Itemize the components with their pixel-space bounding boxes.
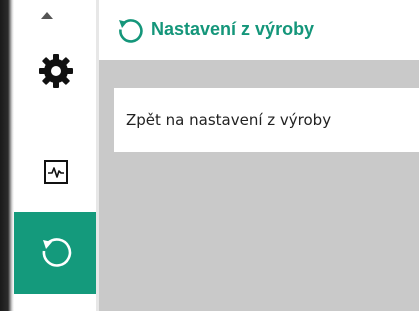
sidebar-item-factory-reset[interactable] <box>14 212 98 294</box>
device-bezel <box>0 0 14 311</box>
diagnostics-pulse-icon <box>44 160 68 184</box>
menu-item-label: Zpět na nastavení z výroby <box>126 111 332 129</box>
sidebar-item-settings[interactable] <box>14 46 98 96</box>
menu-item-reset-to-factory[interactable]: Zpět na nastavení z výroby <box>114 88 419 152</box>
page-header: Nastavení z výroby <box>99 0 419 60</box>
content-area: Zpět na nastavení z výroby <box>99 60 419 311</box>
reset-arrow-icon <box>42 238 72 267</box>
page-title: Nastavení z výroby <box>151 19 315 39</box>
settings-gear-icon <box>39 54 73 88</box>
sidebar-item-diagnostics[interactable] <box>14 152 98 192</box>
scroll-up-icon[interactable] <box>41 12 53 19</box>
reset-arrow-icon <box>119 19 143 43</box>
